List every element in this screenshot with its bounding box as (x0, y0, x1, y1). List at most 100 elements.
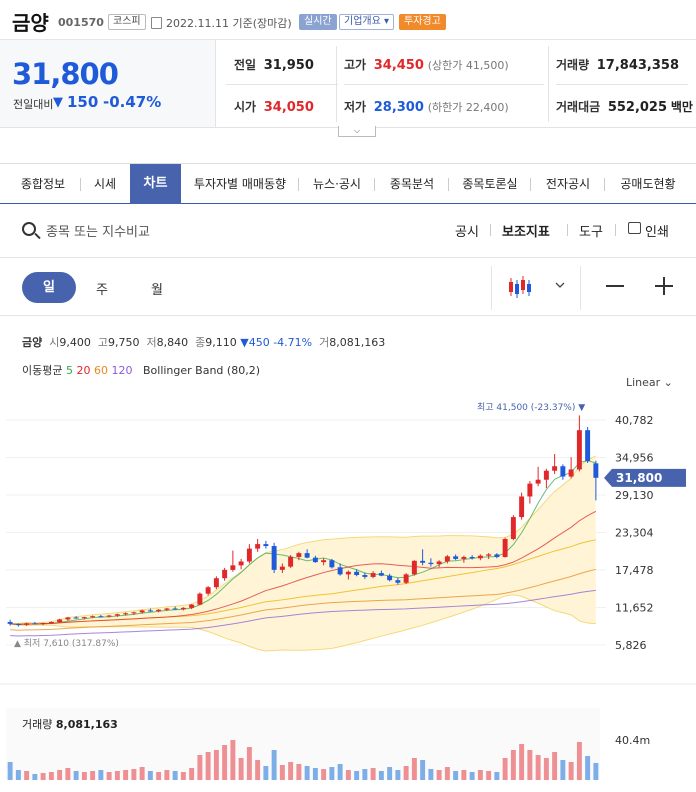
tab-short-selling[interactable]: 공매도현황 (610, 164, 686, 204)
upper-limit: (상한가 41,500) (427, 59, 509, 72)
tab-quotes[interactable]: 시세 (86, 164, 124, 204)
candle-body (73, 617, 79, 619)
ohlc-close: 9,110 (205, 336, 237, 349)
candle-body (387, 575, 393, 581)
candle-body (172, 608, 178, 610)
volume-bar (337, 764, 343, 780)
ohlc-low: 8,840 (156, 336, 189, 349)
volume-bar (312, 768, 318, 780)
candle-body (469, 556, 475, 559)
compare-search-input[interactable]: 종목 또는 지수비교 (46, 221, 150, 240)
candle-body (345, 571, 351, 575)
amount-unit: 백만 (670, 100, 693, 114)
chart-type-dropdown[interactable] (491, 266, 581, 310)
volume-bar (172, 771, 178, 780)
tab-news[interactable]: 뉴스·공시 (304, 164, 370, 204)
volume-legend: 거래량 8,081,163 (22, 716, 118, 732)
candle-body (15, 623, 21, 625)
tab-overview[interactable]: 종합정보 (10, 164, 76, 204)
company-info-dropdown[interactable]: 기업개요 ▾ (339, 14, 394, 30)
tab-separator (298, 178, 299, 191)
ma60-label: 60 (93, 364, 108, 377)
candle-body (486, 554, 492, 556)
candle-body (263, 544, 269, 547)
zoom-out-icon[interactable] (606, 285, 624, 287)
ohlc-close-label: 종 (195, 336, 206, 349)
y-tick-label: 29,130 (615, 489, 654, 502)
volume-bar (40, 773, 46, 780)
candle-body (560, 466, 566, 477)
candle-body (420, 560, 426, 563)
volume-bar (213, 750, 219, 780)
volume-bar (329, 767, 335, 780)
volume-bar (395, 770, 401, 780)
candle-body (593, 463, 599, 478)
tab-discussion[interactable]: 종목토론실 (452, 164, 528, 204)
high-value: 34,450 (373, 58, 424, 73)
candle-body (106, 615, 112, 617)
candle-body (32, 623, 38, 625)
y-tick-label: 40,782 (615, 414, 654, 427)
volume-bar (164, 770, 170, 780)
market-badge: 코스피 (108, 14, 146, 30)
volume-bar (222, 745, 228, 780)
period-day-button[interactable]: 일 (22, 272, 76, 303)
candle-body (189, 604, 195, 608)
candle-body (329, 560, 335, 568)
volume-bar (354, 771, 360, 780)
volume-bar (7, 762, 13, 780)
investment-warning-badge: 투자경고 (399, 14, 446, 30)
volume-label: 거래량 (556, 58, 590, 72)
open-cell: 시가 34,050 (234, 98, 314, 115)
lower-limit: (하한가 22,400) (427, 101, 509, 114)
scale-mode-dropdown[interactable]: Linear ⌄ (626, 376, 673, 389)
tab-separator (448, 178, 449, 191)
volume-bar (527, 750, 533, 780)
ma20-label: 20 (76, 364, 91, 377)
tools-button[interactable]: 도구 (579, 221, 603, 240)
ma5-label: 5 (65, 364, 73, 377)
candle-body (585, 430, 591, 462)
print-button[interactable]: 인쇄 (645, 221, 669, 240)
indicator-legend: 이동평균 5 20 60 120 Bollinger Band (80,2) (22, 362, 260, 378)
volume-bar (279, 765, 285, 780)
candle-body (519, 496, 525, 518)
tab-chart[interactable]: 차트 (130, 164, 181, 204)
volume-bar (189, 768, 195, 780)
volume-bar (543, 758, 549, 780)
prev-close-cell: 전일 31,950 (234, 56, 314, 73)
volume-bar (197, 755, 203, 780)
prev-close-value: 31,950 (263, 58, 314, 73)
volume-bar (205, 752, 211, 780)
bollinger-label: Bollinger Band (80,2) (142, 364, 260, 377)
candle-body (7, 621, 13, 624)
volume-bar (156, 772, 162, 780)
price-change: 150 (67, 93, 99, 111)
expand-chevron-icon[interactable]: ⌵ (338, 126, 376, 137)
period-month-button[interactable]: 월 (151, 279, 163, 298)
candle-body (411, 560, 417, 575)
realtime-badge[interactable]: 실시간 (299, 14, 337, 30)
indicators-button[interactable]: 보조지표 (502, 221, 550, 240)
candle-body (494, 554, 500, 557)
candle-body (222, 569, 228, 579)
tab-analysis[interactable]: 종목분석 (380, 164, 444, 204)
tab-investor-trading[interactable]: 투자자별 매매동향 (187, 164, 293, 204)
period-week-button[interactable]: 주 (96, 279, 108, 298)
candle-body (576, 430, 582, 470)
tab-disclosure[interactable]: 전자공시 (536, 164, 600, 204)
candle-body (362, 575, 368, 577)
disclosure-button[interactable]: 공시 (455, 221, 479, 240)
zoom-in-icon-vertical (663, 277, 665, 295)
volume-bar (552, 752, 558, 780)
candle-body (230, 565, 236, 570)
volume-bar (378, 771, 384, 780)
volume-bar (288, 762, 294, 780)
candle-body (502, 538, 508, 557)
volume-bar (180, 772, 186, 780)
printer-icon[interactable] (628, 222, 641, 234)
volume-bar (362, 769, 368, 780)
candle-body (337, 567, 343, 575)
ma120-label: 120 (111, 364, 133, 377)
candle-body (535, 479, 541, 484)
